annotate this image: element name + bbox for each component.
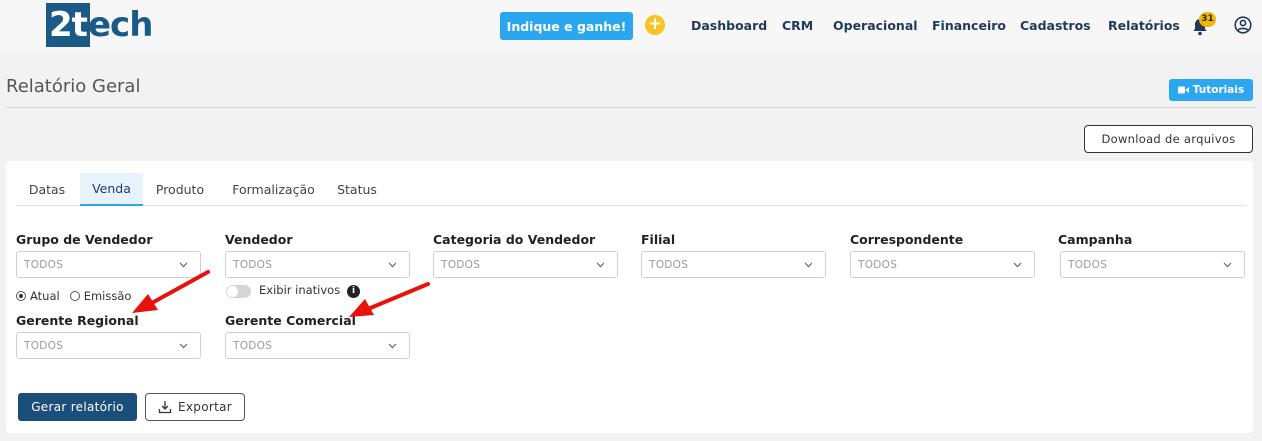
tutoriais-label: Tutoriais xyxy=(1192,84,1245,96)
select-filial[interactable]: TODOS xyxy=(641,251,826,278)
nav-financeiro[interactable]: Financeiro xyxy=(932,18,1006,33)
select-value: TODOS xyxy=(24,340,64,352)
nav-cadastros[interactable]: Cadastros xyxy=(1020,18,1091,33)
download-icon xyxy=(158,401,172,414)
top-navbar: 2t ech Indique e ganhe! + Dashboard CRM … xyxy=(0,0,1262,52)
title-divider xyxy=(6,107,1256,108)
logo-text: ech xyxy=(88,5,153,45)
label-gerente-comercial: Gerente Comercial xyxy=(225,313,356,328)
video-camera-icon xyxy=(1177,86,1189,94)
select-value: TODOS xyxy=(233,340,273,352)
tutoriais-button[interactable]: Tutoriais xyxy=(1169,79,1253,101)
radio-atual-label: Atual xyxy=(30,289,60,303)
radio-emissao-label: Emissão xyxy=(83,289,132,303)
select-vendedor[interactable]: TODOS xyxy=(225,251,410,278)
radio-atual[interactable] xyxy=(16,291,26,301)
tab-status[interactable]: Status xyxy=(332,173,382,206)
tabs-bar: Datas Venda Produto Formalização Status xyxy=(16,173,1246,206)
radio-emissao[interactable] xyxy=(69,291,80,301)
label-vendedor: Vendedor xyxy=(225,232,293,247)
select-campanha[interactable]: TODOS xyxy=(1060,251,1245,278)
page-title: Relatório Geral xyxy=(6,76,141,97)
label-grupo-vendedor: Grupo de Vendedor xyxy=(16,232,153,247)
tab-venda[interactable]: Venda xyxy=(80,173,143,206)
label-gerente-regional: Gerente Regional xyxy=(16,313,139,328)
label-correspondente: Correspondente xyxy=(850,232,964,247)
select-value: TODOS xyxy=(858,259,898,271)
select-value: TODOS xyxy=(1068,259,1108,271)
label-filial: Filial xyxy=(641,232,676,247)
chevron-down-icon xyxy=(804,262,813,268)
brand-logo[interactable]: 2t ech xyxy=(46,3,153,47)
download-files-button[interactable]: Download de arquivos xyxy=(1084,125,1253,153)
filters-card: Datas Venda Produto Formalização Status … xyxy=(6,161,1253,433)
exibir-inativos-label: Exibir inativos xyxy=(259,283,341,297)
chevron-down-icon xyxy=(388,262,397,268)
chevron-down-icon xyxy=(179,343,188,349)
nav-crm[interactable]: CRM xyxy=(782,18,813,33)
select-gerente-regional[interactable]: TODOS xyxy=(16,332,201,359)
nav-dashboard[interactable]: Dashboard xyxy=(691,18,767,33)
chevron-down-icon xyxy=(1223,262,1232,268)
notification-badge: 31 xyxy=(1199,12,1216,27)
select-value: TODOS xyxy=(233,259,273,271)
tab-formalizacao[interactable]: Formalização xyxy=(226,173,321,206)
label-campanha: Campanha xyxy=(1058,232,1133,247)
indique-e-ganhe-button[interactable]: Indique e ganhe! xyxy=(500,12,633,40)
exportar-label: Exportar xyxy=(178,400,232,414)
select-correspondente[interactable]: TODOS xyxy=(850,251,1035,278)
select-categoria-vendedor[interactable]: TODOS xyxy=(433,251,618,278)
chevron-down-icon xyxy=(179,262,188,268)
select-value: TODOS xyxy=(649,259,689,271)
select-gerente-comercial[interactable]: TODOS xyxy=(225,332,410,359)
exibir-inativos-toggle[interactable] xyxy=(226,285,251,298)
gerar-relatorio-button[interactable]: Gerar relatório xyxy=(18,393,137,421)
user-circle-icon[interactable] xyxy=(1234,16,1252,34)
select-value: TODOS xyxy=(441,259,481,271)
select-grupo-vendedor[interactable]: TODOS xyxy=(16,251,201,278)
chevron-down-icon xyxy=(388,343,397,349)
select-value: TODOS xyxy=(24,259,64,271)
nav-operacional[interactable]: Operacional xyxy=(833,18,918,33)
info-icon[interactable]: i xyxy=(347,285,360,298)
label-categoria-vendedor: Categoria do Vendedor xyxy=(433,232,596,247)
nav-relatorios[interactable]: Relatórios xyxy=(1108,18,1180,33)
logo-mark: 2t xyxy=(46,3,90,47)
tab-produto[interactable]: Produto xyxy=(146,173,214,206)
plus-circle-icon[interactable]: + xyxy=(645,15,665,35)
date-reference-radio-group: Atual Emissão xyxy=(16,289,131,303)
exportar-button[interactable]: Exportar xyxy=(145,393,245,421)
tab-datas[interactable]: Datas xyxy=(16,173,78,206)
chevron-down-icon xyxy=(596,262,605,268)
chevron-down-icon xyxy=(1013,262,1022,268)
